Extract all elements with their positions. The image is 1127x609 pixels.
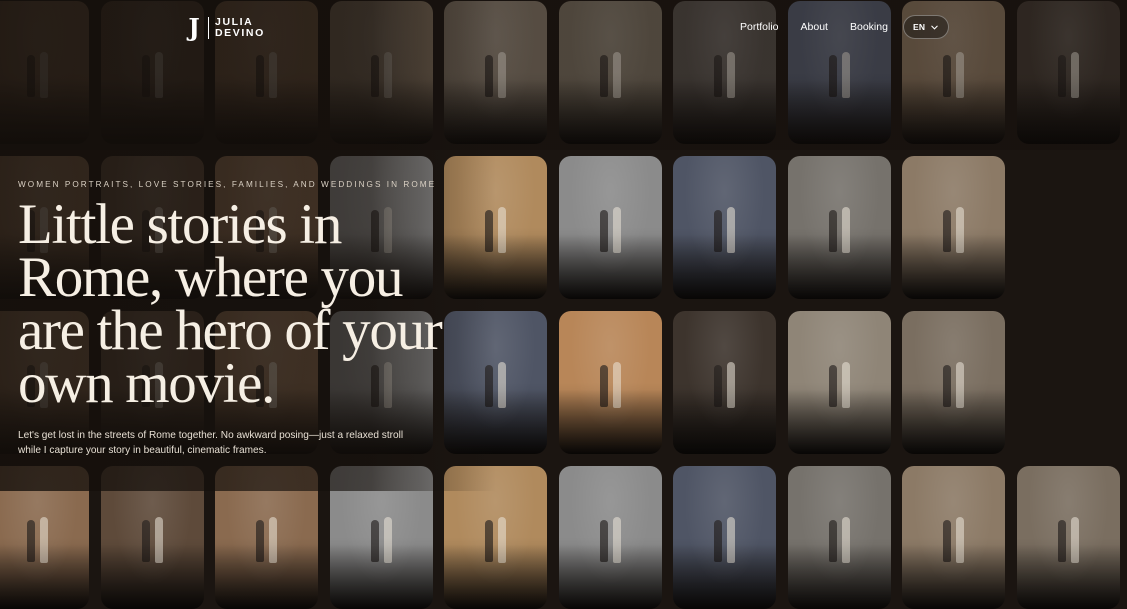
photo-subject <box>714 520 723 563</box>
hero-headline: Little stories in Rome, where you are th… <box>18 193 443 415</box>
photo-subject <box>142 520 151 563</box>
photo-subject <box>371 520 380 563</box>
photo-subject <box>829 520 838 563</box>
logo-name-line-2: DEVINO <box>215 27 265 39</box>
main-nav: Portfolio About Booking EN <box>740 14 949 40</box>
photo-subject <box>726 517 735 564</box>
photo-subject <box>268 517 277 564</box>
nav-link-portfolio[interactable]: Portfolio <box>740 21 779 33</box>
photo-subject <box>600 520 609 563</box>
language-selector[interactable]: EN <box>902 15 949 39</box>
photo-subject <box>383 517 392 564</box>
photo-subject <box>154 517 163 564</box>
brand-logo[interactable]: J JULIA DEVINO <box>184 15 265 41</box>
photo-subject <box>27 520 36 563</box>
logo-mark-icon: J <box>188 13 200 42</box>
photo-subject <box>612 517 621 564</box>
photo-subject <box>39 517 48 564</box>
photo-subject <box>841 517 850 564</box>
language-label: EN <box>912 22 926 32</box>
photo-subject <box>943 520 952 563</box>
hero-subtext: Let's get lost in the streets of Rome to… <box>18 430 404 456</box>
logo-divider <box>208 17 209 39</box>
photo-subject <box>1058 520 1067 563</box>
nav-link-about[interactable]: About <box>801 21 828 33</box>
hero-eyebrow: WOMEN PORTRAITS, LOVE STORIES, FAMILIES,… <box>18 180 437 189</box>
nav-link-booking[interactable]: Booking <box>850 21 888 33</box>
photo-subject <box>955 517 964 564</box>
photo-subject <box>485 520 494 563</box>
photo-subject <box>1070 517 1079 564</box>
logo-text: JULIA DEVINO <box>215 17 265 39</box>
photo-subject <box>497 517 506 564</box>
chevron-down-icon <box>931 25 938 30</box>
photo-subject <box>256 520 265 563</box>
